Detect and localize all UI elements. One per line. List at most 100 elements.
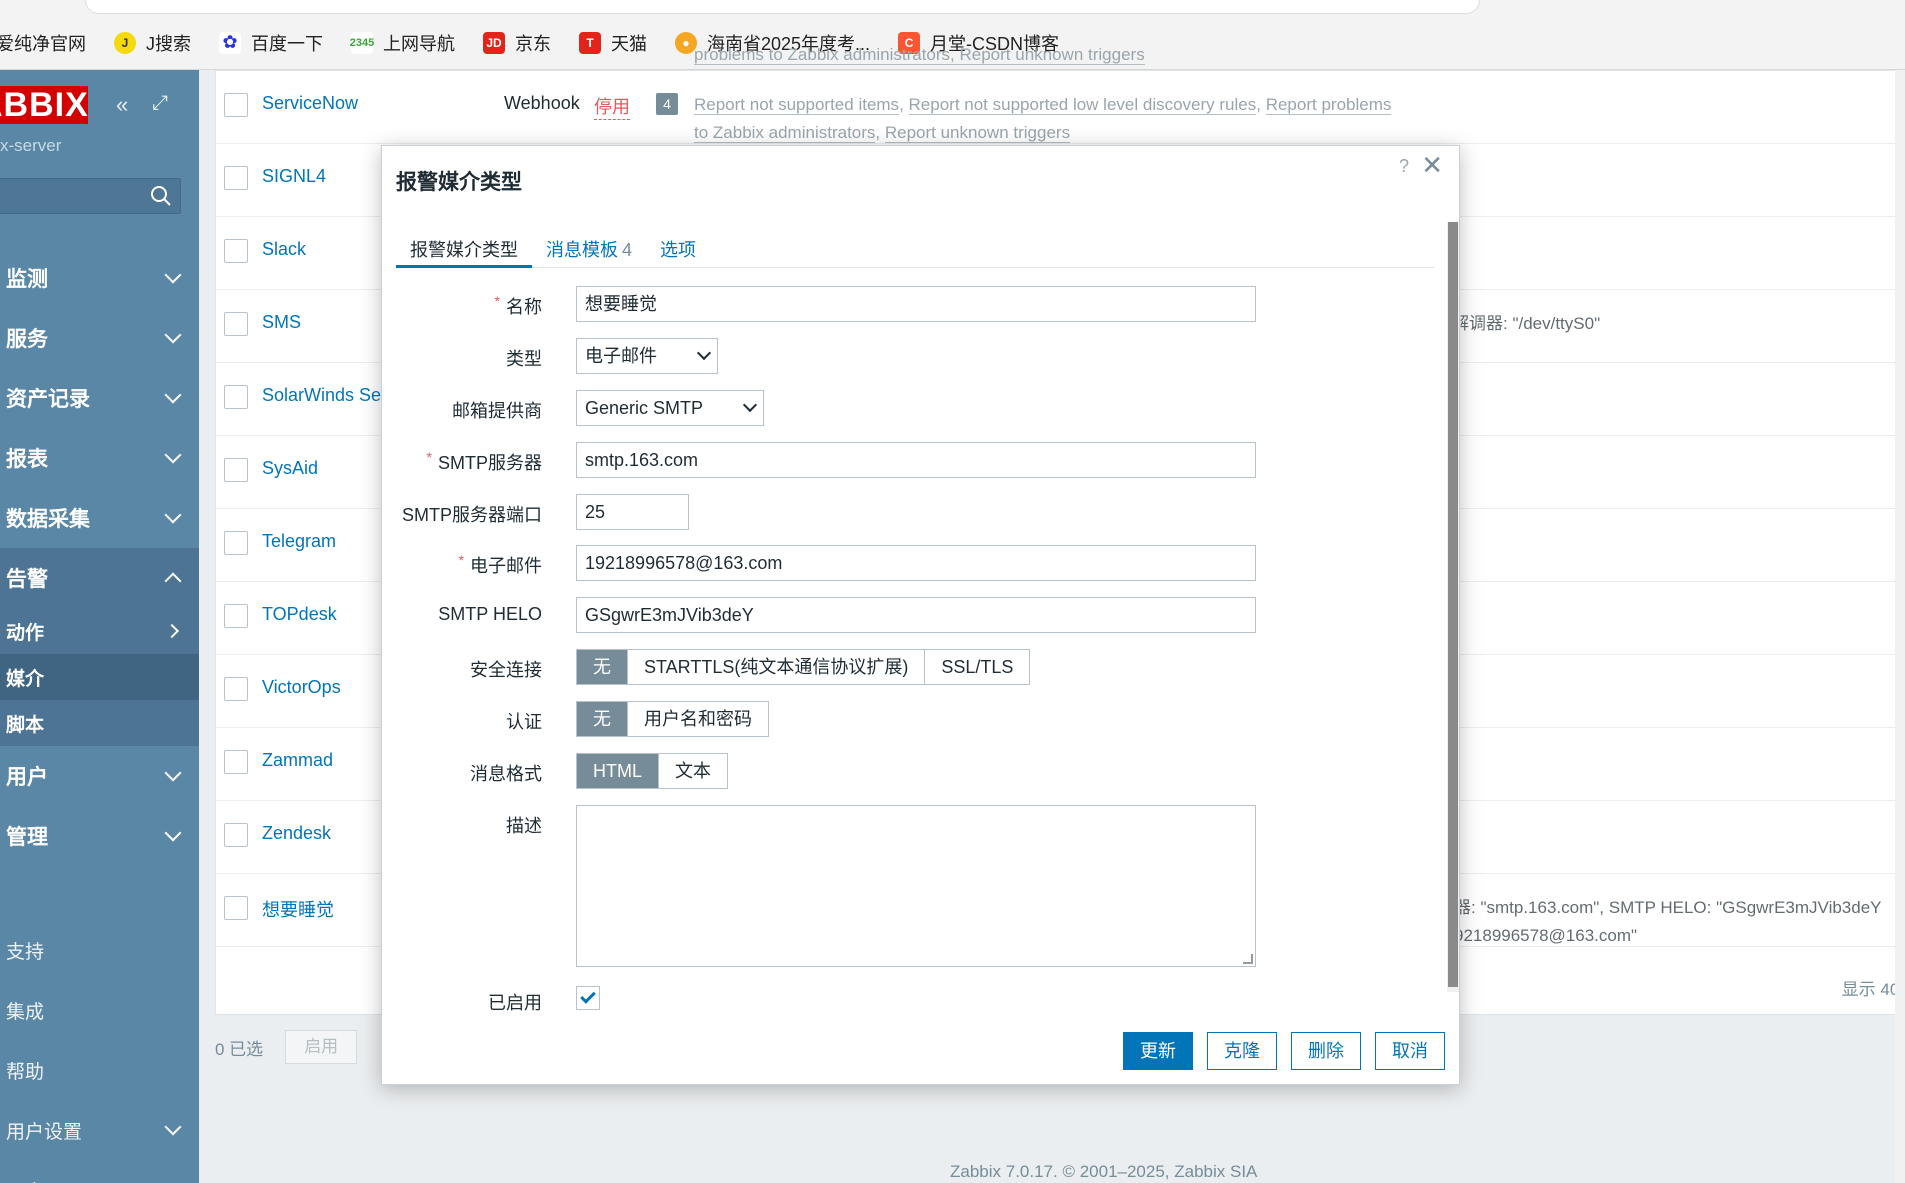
media-type-name-link[interactable]: SysAid (262, 458, 318, 479)
smtp-server-input[interactable]: smtp.163.com (576, 442, 1256, 478)
close-icon[interactable]: ✕ (1421, 150, 1443, 181)
page-scrollbar[interactable] (1895, 70, 1905, 1183)
enabled-checkbox[interactable] (576, 986, 600, 1010)
row-checkbox[interactable] (224, 239, 248, 263)
menu-label: 告警 (6, 568, 48, 591)
detail-link[interactable]: Report not supported items (694, 95, 900, 115)
description-textarea[interactable] (576, 805, 1256, 967)
detail-link[interactable]: Report unknown triggers (884, 123, 1071, 143)
menu-alerts[interactable]: 告警 (0, 548, 199, 608)
menu-monitoring[interactable]: 监测 (0, 248, 199, 308)
sidebar: ABBIX « ⤢ x-server 监测 服务 资产记录 报表 数据采集 告警… (0, 70, 199, 1183)
cancel-button[interactable]: 取消 (1375, 1032, 1445, 1070)
row-checkbox[interactable] (224, 385, 248, 409)
main-menu: 监测 服务 资产记录 报表 数据采集 告警 动作 媒介 脚本 用户 管理 (0, 248, 199, 866)
row-checkbox[interactable] (224, 677, 248, 701)
format-html-option[interactable]: HTML (577, 754, 658, 788)
row-checkbox[interactable] (224, 458, 248, 482)
submenu-actions[interactable]: 动作 (0, 608, 199, 654)
address-bar[interactable] (85, 0, 1480, 14)
media-type-name-link[interactable]: SMS (262, 312, 301, 333)
status-link[interactable]: 停用 (594, 93, 630, 120)
bookmark-item[interactable]: 爱纯净官网 (0, 30, 86, 56)
enable-button[interactable]: 启用 (285, 1030, 358, 1064)
help-icon[interactable]: ? (1399, 156, 1409, 177)
menu-administration[interactable]: 管理 (0, 806, 199, 866)
menu-label: 监测 (6, 268, 48, 291)
row-checkbox[interactable] (224, 312, 248, 336)
tab-message-templates[interactable]: 消息模板 4 (532, 226, 646, 268)
media-type-name-link[interactable]: Zammad (262, 750, 333, 771)
detail-link[interactable]: Report not supported low level discovery… (908, 95, 1257, 115)
smtp-port-input[interactable]: 25 (576, 494, 689, 530)
resize-handle[interactable] (1243, 954, 1253, 964)
dialog-scrollbar[interactable] (1447, 222, 1459, 992)
tab-media-type[interactable]: 报警媒介类型 (396, 226, 532, 268)
name-input[interactable]: 想要睡觉 (576, 286, 1256, 322)
format-text-option[interactable]: 文本 (658, 754, 727, 788)
tab-options[interactable]: 选项 (646, 226, 710, 268)
row-checkbox[interactable] (224, 166, 248, 190)
search-icon[interactable] (150, 185, 172, 207)
row-checkbox[interactable] (224, 93, 248, 117)
security-starttls-option[interactable]: STARTTLS(纯文本通信协议扩展) (627, 650, 925, 684)
menu-services[interactable]: 服务 (0, 308, 199, 368)
required-marker: * (494, 293, 500, 309)
media-type-name-link[interactable]: ServiceNow (262, 93, 358, 114)
row-checkbox[interactable] (224, 604, 248, 628)
menu-label: 退出 (6, 1177, 44, 1183)
row-checkbox[interactable] (224, 823, 248, 847)
menu-sign-out[interactable]: 退出 (0, 1160, 199, 1183)
bookmark-item[interactable]: J J搜索 (114, 30, 191, 56)
menu-users[interactable]: 用户 (0, 746, 199, 806)
row-checkbox[interactable] (224, 531, 248, 555)
menu-reports[interactable]: 报表 (0, 428, 199, 488)
menu-inventory[interactable]: 资产记录 (0, 368, 199, 428)
auth-none-option[interactable]: 无 (577, 702, 627, 736)
security-ssl-option[interactable]: SSL/TLS (924, 650, 1030, 684)
dialog-title: 报警媒介类型 (396, 171, 522, 194)
collapse-sidebar-icon[interactable]: « (116, 92, 128, 118)
scrollbar-thumb[interactable] (1448, 222, 1458, 987)
sidebar-search-input[interactable] (0, 178, 181, 214)
server-name: x-server (0, 136, 62, 155)
media-type-type: Webhook (504, 93, 580, 113)
media-type-name-link[interactable]: SIGNL4 (262, 166, 326, 187)
chevron-right-icon (164, 623, 180, 639)
type-select[interactable]: 电子邮件 (576, 338, 718, 374)
chevron-down-icon (696, 345, 712, 361)
submenu-scripts[interactable]: 脚本 (0, 700, 199, 746)
menu-help[interactable]: 帮助 (0, 1040, 199, 1100)
menu-label: 服务 (6, 328, 48, 351)
menu-support[interactable]: 支持 (0, 920, 199, 980)
update-button[interactable]: 更新 (1123, 1032, 1193, 1070)
security-none-option[interactable]: 无 (577, 650, 627, 684)
chevron-down-icon (164, 764, 182, 782)
clone-button[interactable]: 克隆 (1207, 1032, 1277, 1070)
provider-select[interactable]: Generic SMTP (576, 390, 764, 426)
media-type-name-link[interactable]: Slack (262, 239, 306, 260)
row-checkbox[interactable] (224, 750, 248, 774)
auth-password-option[interactable]: 用户名和密码 (627, 702, 768, 736)
media-type-name-link[interactable]: TOPdesk (262, 604, 337, 625)
submenu-media-types[interactable]: 媒介 (0, 654, 199, 700)
kiosk-mode-icon[interactable]: ⤢ (152, 92, 168, 115)
table-row: ServiceNow Webhook 停用 4 Report not suppo… (216, 71, 1905, 144)
detail-link[interactable]: problems to Zabbix administrators, Repor… (694, 45, 1145, 65)
row-checkbox[interactable] (224, 896, 248, 920)
delete-button[interactable]: 删除 (1291, 1032, 1361, 1070)
media-type-name-link[interactable]: SolarWinds Se (262, 385, 381, 406)
menu-integrations[interactable]: 集成 (0, 980, 199, 1040)
chevron-down-icon (164, 386, 182, 404)
menu-data-collection[interactable]: 数据采集 (0, 488, 199, 548)
menu-user-settings[interactable]: 用户设置 (0, 1100, 199, 1160)
helo-input[interactable]: GSgwrE3mJVib3deY (576, 597, 1256, 633)
media-type-name-link[interactable]: VictorOps (262, 677, 341, 698)
zabbix-logo[interactable]: ABBIX (0, 86, 88, 124)
media-type-name-link[interactable]: Zendesk (262, 823, 331, 844)
menu-label: 用户设置 (6, 1121, 83, 1143)
format-radio-group: HTML 文本 (576, 753, 728, 789)
email-input[interactable]: 19218996578@163.com (576, 545, 1256, 581)
media-type-name-link[interactable]: Telegram (262, 531, 336, 552)
media-type-name-link[interactable]: 想要睡觉 (262, 896, 334, 922)
